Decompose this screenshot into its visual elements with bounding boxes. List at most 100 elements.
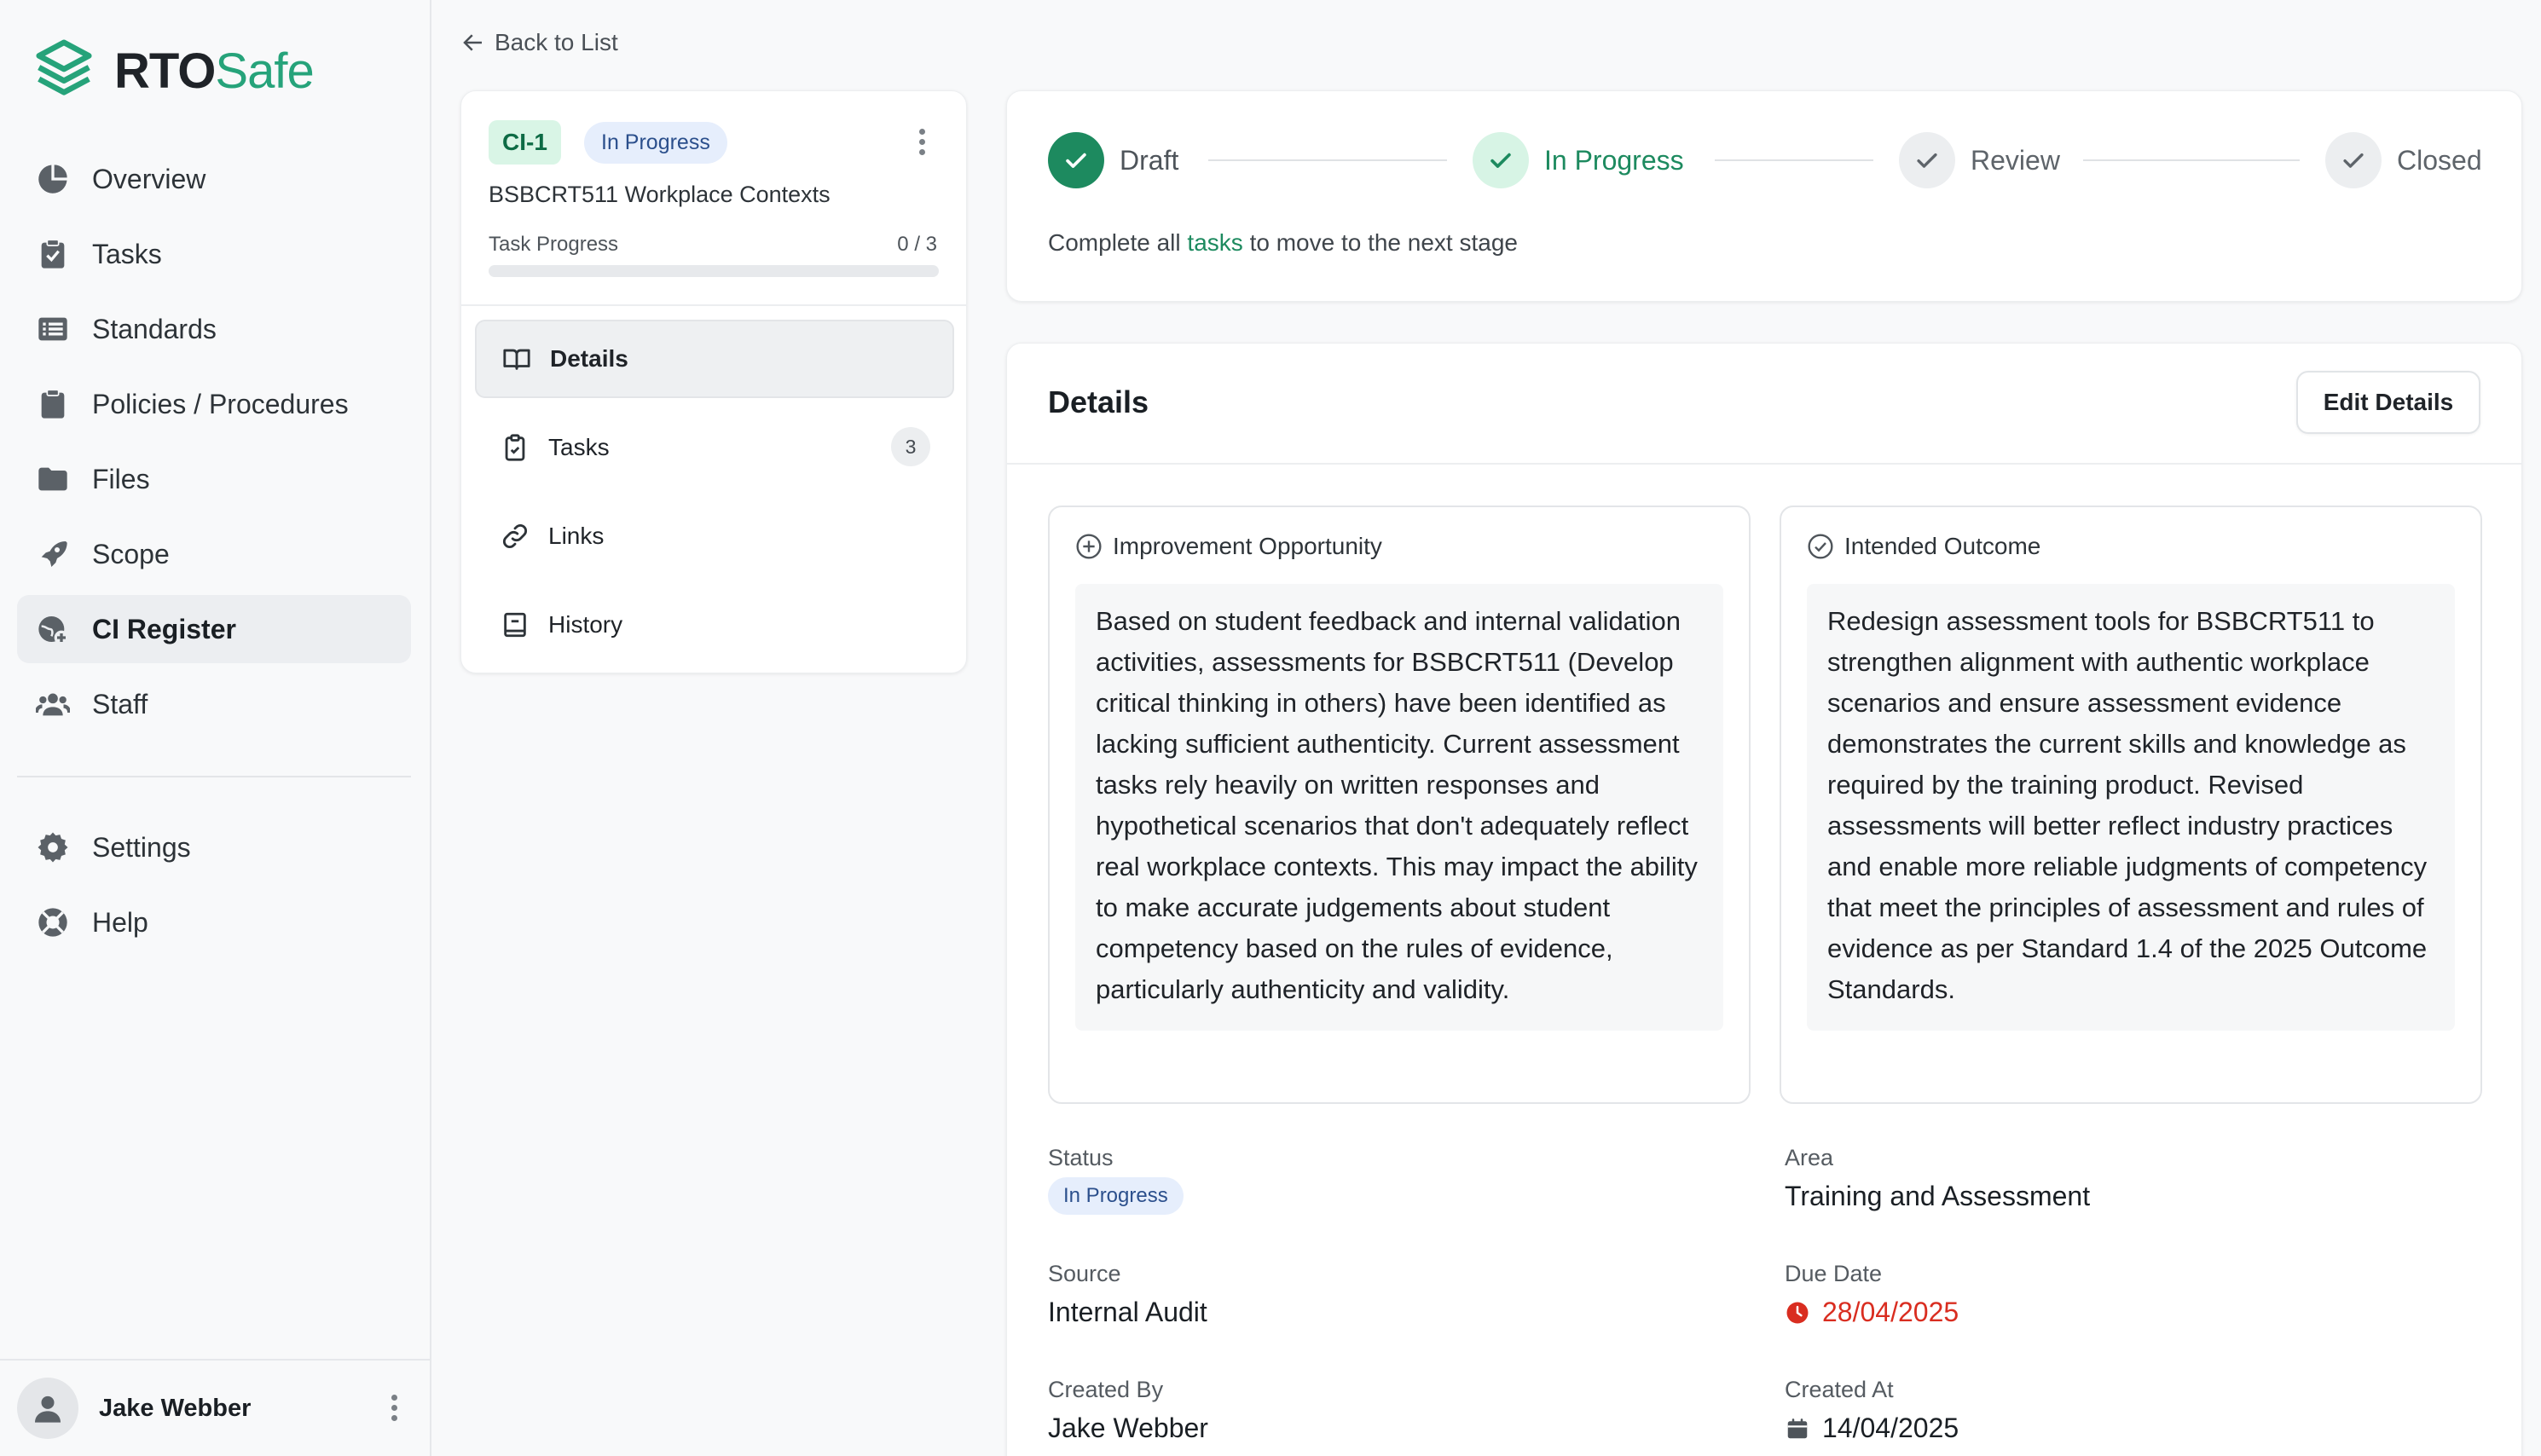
tab-label: Details (550, 345, 628, 372)
nav-label: Standards (92, 313, 217, 344)
divider (461, 304, 966, 306)
stage-label: Draft (1120, 144, 1179, 176)
nav-item-help[interactable]: Help (17, 888, 411, 956)
stage-label: Closed (2397, 144, 2482, 176)
due-date-field-value: 28/04/2025 (1785, 1297, 1959, 1328)
app-logo[interactable]: RTOSafe (31, 38, 315, 104)
stage-closed: Closed (2325, 132, 2482, 188)
list-icon (34, 310, 72, 348)
stage-circle (1473, 132, 1529, 188)
rocket-icon (34, 535, 72, 573)
stage-connector (2083, 159, 2300, 161)
back-to-list-link[interactable]: Back to List (460, 29, 618, 56)
stage-hint-text: Complete all (1048, 229, 1181, 256)
back-label: Back to List (495, 29, 618, 55)
stage-label: In Progress (1544, 144, 1684, 176)
clipboard-check-icon (34, 235, 72, 273)
stage-label: Review (1971, 144, 2060, 176)
pie-chart-icon (34, 160, 72, 198)
ci-section-tabs: Details Tasks 3 Links History (475, 320, 954, 674)
nav-label: Help (92, 906, 148, 938)
improvement-opportunity-text: Based on student feedback and internal v… (1075, 584, 1723, 1031)
stage-hint: Complete all tasks to move to the next s… (1048, 229, 1518, 257)
tab-label: History (548, 611, 623, 638)
task-progress-value: 0 / 3 (897, 233, 937, 256)
clock-alert-icon (1786, 1302, 1809, 1323)
details-card: Details Edit Details Improvement Opportu… (1006, 343, 2522, 1456)
nav-item-policies[interactable]: Policies / Procedures (17, 370, 411, 438)
area-field-value: Training and Assessment (1785, 1181, 2091, 1211)
user-menu[interactable]: Jake Webber (0, 1359, 430, 1456)
check-icon (2343, 153, 2364, 168)
status-badge: In Progress (584, 122, 727, 164)
check-icon (1917, 153, 1937, 168)
tab-details[interactable]: Details (475, 320, 954, 398)
stage-in-progress: In Progress (1473, 132, 1684, 188)
workflow-stages-card: Draft In Progress Review Closed Complete… (1006, 90, 2522, 302)
check-icon (1490, 153, 1511, 168)
stage-review: Review (1899, 132, 2060, 188)
box-heading-label: Intended Outcome (1844, 533, 2041, 559)
sidebar: RTOSafe Overview Tasks Standards Policie… (0, 0, 431, 1456)
details-heading: Details (1048, 384, 1149, 419)
stage-hint-text: to move to the next stage (1249, 229, 1518, 256)
stage-draft: Draft (1048, 132, 1178, 188)
created-at-field-label: Created At (1785, 1377, 1894, 1402)
nav-label: Settings (92, 831, 191, 863)
due-date-field-label: Due Date (1785, 1261, 1883, 1286)
users-icon (34, 685, 72, 723)
nav-item-standards[interactable]: Standards (17, 295, 411, 363)
edit-details-button[interactable]: Edit Details (2296, 371, 2480, 434)
nav-label: Tasks (92, 238, 162, 269)
intended-outcome-box: Intended Outcome Redesign assessment too… (1780, 506, 2482, 1104)
nav-item-tasks[interactable]: Tasks (17, 220, 411, 288)
ci-id-badge: CI-1 (489, 120, 561, 165)
user-name: Jake Webber (99, 1394, 252, 1422)
intended-outcome-text: Redesign assessment tools for BSBCRT511 … (1807, 584, 2455, 1031)
nav-divider (17, 776, 411, 777)
tab-label: Links (548, 523, 605, 549)
tab-links[interactable]: Links (475, 497, 954, 575)
divider (1007, 463, 2521, 465)
created-at-field-value: 14/04/2025 (1785, 1413, 1959, 1444)
tab-tasks[interactable]: Tasks 3 (475, 408, 954, 487)
more-vertical-icon[interactable] (389, 1395, 399, 1425)
tab-label: Tasks (548, 434, 610, 460)
main-nav: Overview Tasks Standards Policies / Proc… (17, 145, 411, 745)
intended-outcome-heading: Intended Outcome (1807, 533, 2040, 560)
improvement-opportunity-box: Improvement Opportunity Based on student… (1048, 506, 1751, 1104)
more-vertical-icon[interactable] (917, 129, 927, 163)
clipboard-check-icon (505, 434, 525, 461)
secondary-nav: Settings Help (17, 813, 411, 963)
status-badge: In Progress (1048, 1177, 1184, 1215)
tasks-link[interactable]: tasks (1187, 229, 1242, 256)
stage-connector (1208, 159, 1447, 161)
nav-item-settings[interactable]: Settings (17, 813, 411, 881)
globe-plus-icon (34, 610, 72, 648)
nav-label: CI Register (92, 613, 236, 644)
task-progress-label: Task Progress (489, 233, 619, 256)
stage-circle (2325, 132, 2382, 188)
status-field-label: Status (1048, 1145, 1114, 1170)
nav-item-overview[interactable]: Overview (17, 145, 411, 213)
nav-label: Staff (92, 688, 148, 719)
ci-title: BSBCRT511 Workplace Contexts (489, 182, 831, 207)
created-at-text: 14/04/2025 (1822, 1413, 1959, 1443)
nav-label: Overview (92, 163, 206, 194)
ci-info-card: CI-1 In Progress BSBCRT511 Workplace Con… (460, 90, 967, 673)
nav-item-scope[interactable]: Scope (17, 520, 411, 588)
calendar-icon (1787, 1418, 1808, 1438)
avatar (17, 1378, 78, 1439)
nav-item-ci-register[interactable]: CI Register (17, 595, 411, 663)
source-field-label: Source (1048, 1261, 1121, 1286)
area-field-label: Area (1785, 1145, 1834, 1170)
check-icon (1066, 153, 1086, 168)
nav-item-staff[interactable]: Staff (17, 670, 411, 738)
nav-label: Policies / Procedures (92, 388, 349, 419)
stage-circle (1048, 132, 1104, 188)
nav-item-files[interactable]: Files (17, 445, 411, 513)
nav-label: Scope (92, 538, 170, 569)
tab-history[interactable]: History (475, 586, 954, 664)
stage-circle (1899, 132, 1955, 188)
plus-circle-icon (1076, 534, 1102, 559)
